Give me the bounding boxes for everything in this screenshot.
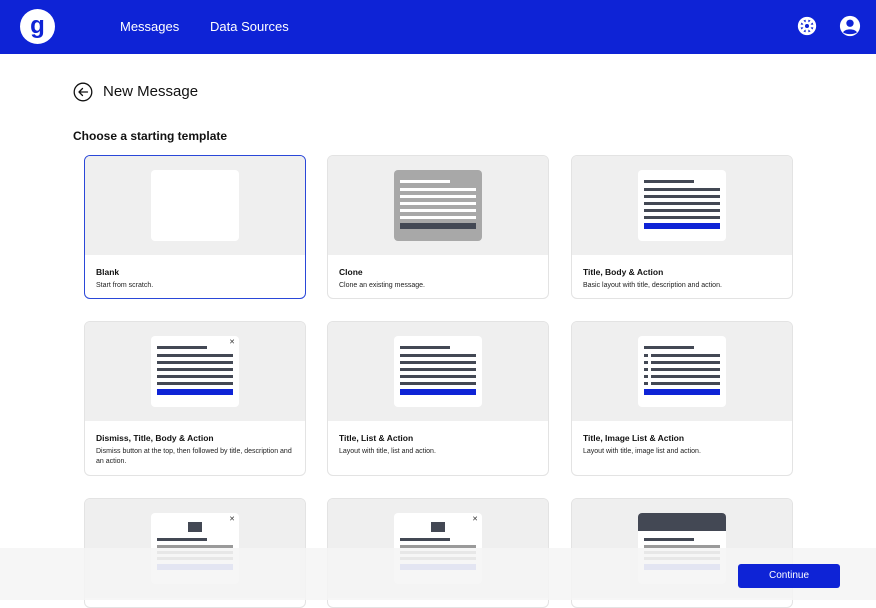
page-title: New Message bbox=[103, 83, 199, 100]
template-card-blank[interactable]: Blank Start from scratch. bbox=[84, 155, 306, 299]
template-card-title-list-action[interactable]: Title, List & Action Layout with title, … bbox=[327, 321, 549, 476]
template-name: Blank bbox=[96, 267, 120, 277]
dismiss-thumbnail: ✕ bbox=[151, 336, 239, 407]
template-preview bbox=[328, 322, 548, 421]
template-name: Title, Image List & Action bbox=[583, 433, 685, 443]
template-name: Title, List & Action bbox=[339, 433, 414, 443]
template-name: Clone bbox=[339, 267, 363, 277]
nav-data-sources[interactable]: Data Sources bbox=[210, 19, 289, 34]
nav-messages[interactable]: Messages bbox=[120, 19, 179, 34]
title-body-action-thumbnail bbox=[638, 170, 726, 241]
title-image-list-action-thumbnail bbox=[638, 336, 726, 407]
template-name: Dismiss, Title, Body & Action bbox=[96, 433, 214, 443]
template-card-clone[interactable]: Clone Clone an existing message. bbox=[327, 155, 549, 299]
close-icon: ✕ bbox=[472, 516, 478, 523]
blank-thumbnail bbox=[151, 170, 239, 241]
template-card-dismiss-title-body-action[interactable]: ✕ Dismiss, Title, Body & Action Dismiss … bbox=[84, 321, 306, 476]
template-name: Title, Body & Action bbox=[583, 267, 664, 277]
template-preview bbox=[85, 156, 305, 255]
close-icon: ✕ bbox=[229, 339, 235, 346]
template-preview bbox=[328, 156, 548, 255]
app-logo[interactable]: g bbox=[20, 9, 55, 44]
template-description: Layout with title, image list and action… bbox=[583, 448, 701, 455]
template-card-title-image-list-action[interactable]: Title, Image List & Action Layout with t… bbox=[571, 321, 793, 476]
header-image-block bbox=[638, 513, 726, 531]
template-description: Dismiss button at the top, then followed… bbox=[96, 448, 292, 465]
back-arrow-icon[interactable] bbox=[73, 82, 93, 102]
title-list-action-thumbnail bbox=[394, 336, 482, 407]
close-icon: ✕ bbox=[229, 516, 235, 523]
user-icon[interactable] bbox=[839, 15, 861, 37]
template-preview bbox=[572, 156, 792, 255]
continue-button[interactable]: Continue bbox=[738, 564, 840, 588]
template-card-title-body-action[interactable]: Title, Body & Action Basic layout with t… bbox=[571, 155, 793, 299]
template-description: Basic layout with title, description and… bbox=[583, 282, 722, 289]
template-description: Start from scratch. bbox=[96, 282, 154, 289]
template-description: Clone an existing message. bbox=[339, 282, 425, 289]
template-preview bbox=[572, 322, 792, 421]
top-nav-bar: g Messages Data Sources bbox=[0, 0, 876, 54]
clone-thumbnail bbox=[394, 170, 482, 241]
gear-icon[interactable] bbox=[796, 15, 818, 37]
template-description: Layout with title, list and action. bbox=[339, 448, 436, 455]
section-subtitle: Choose a starting template bbox=[73, 129, 228, 143]
template-preview: ✕ bbox=[85, 322, 305, 421]
